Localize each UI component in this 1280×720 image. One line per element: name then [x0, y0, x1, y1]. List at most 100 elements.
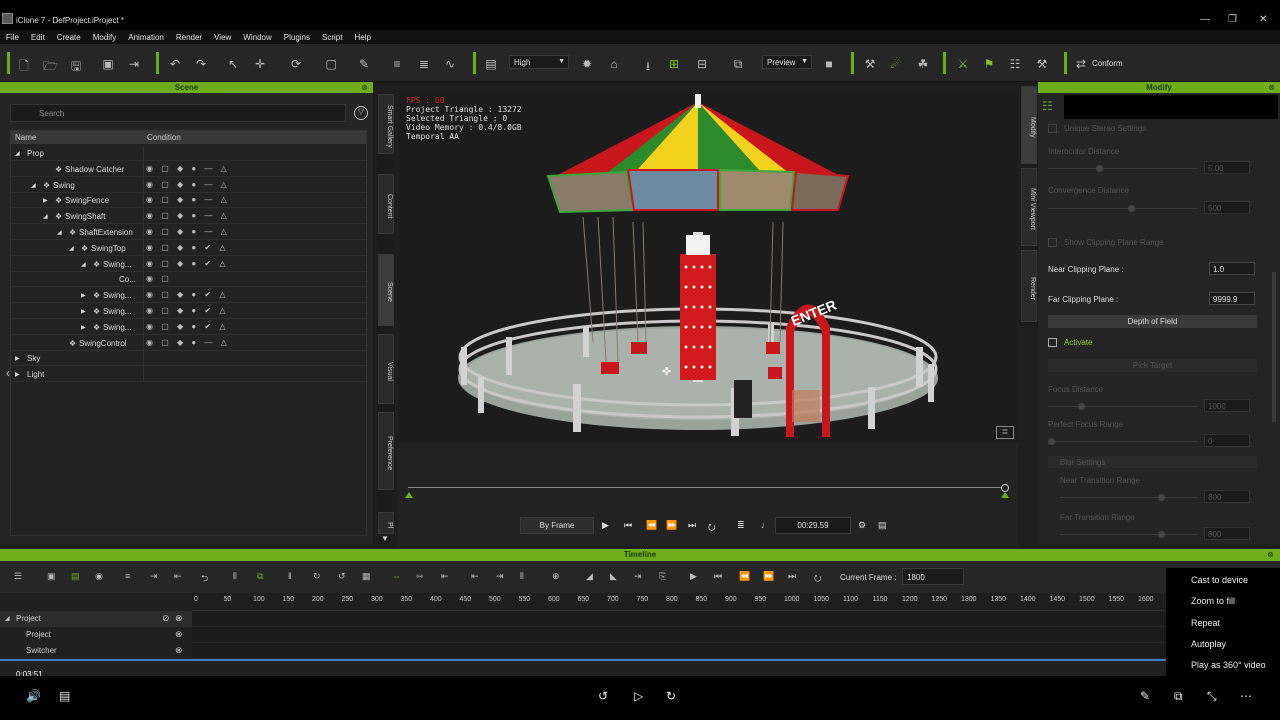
blend-icon[interactable]: ↺ — [338, 571, 346, 582]
conform-icon[interactable]: ⇄ — [1074, 57, 1088, 71]
layer-icon[interactable]: ⧉ — [257, 571, 263, 582]
by-frame-dropdown[interactable]: By Frame — [520, 517, 594, 534]
video-camera-icon[interactable]: ■ — [822, 57, 836, 71]
menu-repeat[interactable]: Repeat — [1191, 618, 1220, 628]
close-panel-icon[interactable]: ⊗ — [1268, 83, 1275, 92]
select-icon[interactable]: ↖ — [226, 57, 240, 71]
track-close-icon[interactable]: ⊗ — [175, 613, 183, 624]
previous-frame-icon[interactable]: ⏪ — [646, 520, 657, 531]
merge-icon[interactable]: ▣ — [101, 57, 115, 71]
tree-row[interactable]: ▶ ❖ Swing... ◉ ▢ ◆ ● ✔ △ — [11, 318, 366, 335]
rotate-icon[interactable]: ⟳ — [289, 57, 303, 71]
expand-arrow-icon[interactable]: ▶ — [81, 308, 86, 315]
slider-knob[interactable] — [1096, 165, 1103, 172]
menu-animation[interactable]: Animation — [122, 30, 170, 44]
flatten-icon[interactable]: ⮌ — [201, 571, 208, 587]
focus-distance-slider[interactable] — [1048, 403, 1198, 410]
activate-checkbox[interactable] — [1048, 338, 1057, 347]
ripple-icon[interactable]: ⫴ — [520, 571, 524, 582]
perfect-focus-value[interactable]: 0 — [1204, 434, 1250, 447]
tl-end-icon[interactable]: ⏭ — [788, 571, 796, 582]
align-right-icon[interactable]: ⇥ — [496, 571, 504, 582]
open-folder-icon[interactable]: 🗁 — [43, 57, 58, 78]
physics-icon[interactable]: ⚔ — [956, 57, 970, 71]
expand-arrow-icon[interactable]: ◢ — [69, 245, 74, 252]
menu-window[interactable]: Window — [237, 30, 277, 44]
menu-zoom-to-fill[interactable]: Zoom to fill — [1191, 596, 1235, 606]
scale-icon[interactable]: ▢ — [324, 57, 338, 71]
current-frame-input[interactable]: 1800 — [902, 568, 964, 585]
sort-icon[interactable]: ≡ — [125, 571, 130, 581]
bone-icon[interactable]: ⚒ — [863, 57, 877, 71]
tree-row[interactable]: ▶ ❖ Swing... ◉ ▢ ◆ ● ✔ △ — [11, 303, 366, 319]
project-track[interactable] — [192, 611, 1167, 627]
menu-modify[interactable]: Modify — [87, 30, 123, 44]
track-project-header[interactable]: ◢ Project ⊘ ⊗ — [0, 611, 192, 627]
tab-preference[interactable]: Preference — [378, 412, 394, 490]
pen-icon[interactable]: ✎ — [357, 57, 371, 71]
grid-icon[interactable]: ⊟ — [695, 57, 709, 71]
expand-arrow-icon[interactable]: ▶ — [81, 292, 86, 299]
go-to-start-icon[interactable]: ⏮ — [624, 520, 632, 531]
tree-row[interactable]: ❖ SwingControl ◉ ▢ ◆ ● — △ — [11, 334, 366, 351]
volume-icon[interactable]: 🔊 — [26, 689, 41, 703]
tools-icon[interactable]: ⚒ — [1035, 57, 1049, 71]
expand-arrow-icon[interactable]: ◢ — [5, 615, 10, 622]
display-mode-icon[interactable]: ▤ — [484, 57, 498, 71]
forward-30-icon[interactable]: ↻ — [666, 689, 676, 703]
expand-arrow-icon[interactable]: ◢ — [57, 229, 62, 236]
3d-viewport[interactable]: ENTER ✜ ≣ — [398, 92, 1018, 442]
interocular-slider[interactable] — [1048, 165, 1198, 172]
tab-content[interactable]: Content — [378, 174, 394, 234]
tl-loop-icon[interactable]: ⭮ — [814, 571, 822, 587]
track-options-icon[interactable]: ⊘ — [162, 613, 170, 624]
tab-smart-gallery[interactable]: Smart Gallery — [378, 94, 394, 154]
video-play-icon[interactable]: ▷ — [634, 689, 643, 703]
track-list-icon[interactable]: ☰ — [14, 571, 22, 582]
tab-mini-viewport[interactable]: Mini Viewport — [1021, 168, 1037, 246]
tree-row[interactable]: ◢ ❖ ShaftExtension ◉ ▢ ◆ ● — △ — [11, 224, 366, 240]
camera-fit-icon[interactable]: ⭳ — [641, 57, 655, 78]
expand-arrow-icon[interactable]: ▶ — [43, 197, 48, 204]
move-icon[interactable]: ✛ — [253, 57, 267, 71]
video-progress-bar[interactable] — [0, 659, 1166, 661]
export-icon[interactable]: ⇥ — [127, 57, 141, 71]
slider-knob[interactable] — [1158, 531, 1165, 538]
add-view-icon[interactable]: ⊞ — [667, 57, 681, 71]
tree-row[interactable]: ◢ ❖ Swing... ◉ ▢ ◆ ● ✔ △ — [11, 255, 366, 272]
new-file-icon[interactable]: 🗋 — [17, 57, 31, 78]
marker-icon[interactable]: ‖ — [288, 571, 292, 581]
menu-script[interactable]: Script — [316, 30, 348, 44]
condition-icons[interactable]: ◉ ▢ ◆ ● — △ — [146, 227, 230, 236]
preview-dropdown[interactable]: Preview ▼ — [762, 55, 812, 69]
fullscreen-icon[interactable]: ⤡ — [1207, 689, 1217, 704]
near-transition-value[interactable]: 800 — [1204, 490, 1250, 503]
interocular-value[interactable]: 5.00 — [1204, 161, 1250, 174]
menu-file[interactable]: File — [0, 30, 25, 44]
sun-icon[interactable]: ✹ — [580, 57, 594, 71]
tab-visual[interactable]: Visual — [378, 334, 394, 404]
quality-dropdown[interactable]: High ▼ — [509, 55, 569, 69]
far-transition-value[interactable]: 800 — [1204, 527, 1250, 540]
expand-arrow-icon[interactable]: ◢ — [15, 150, 20, 157]
home-icon[interactable]: ⌂ — [607, 57, 621, 71]
maximize-button[interactable]: ❐ — [1228, 14, 1237, 25]
menu-help[interactable]: Help — [348, 30, 376, 44]
flag-icon[interactable]: ⚑ — [982, 57, 996, 71]
near-clipping-input[interactable]: 1.0 — [1209, 262, 1255, 275]
motion-icon[interactable]: ☄ — [889, 57, 903, 71]
zoom-icon[interactable]: ⊕ — [552, 571, 560, 582]
range-start-marker[interactable] — [405, 492, 413, 498]
show-clipping-checkbox[interactable] — [1048, 238, 1057, 247]
more-options-icon[interactable]: ⋯ — [1240, 689, 1252, 703]
condition-icons[interactable]: ◉ ▢ ◆ ● ✔ △ — [146, 322, 229, 331]
near-transition-slider[interactable] — [1060, 494, 1198, 501]
tree-row[interactable]: ◢ ❖ SwingTop ◉ ▢ ◆ ● ✔ △ — [11, 239, 366, 256]
condition-icons[interactable]: ◉ ▢ ◆ ● ✔ △ — [146, 290, 229, 299]
track-close-icon[interactable]: ⊗ — [175, 645, 183, 656]
menu-autoplay[interactable]: Autoplay — [1191, 639, 1226, 649]
settings-gear-icon[interactable]: ⚙ — [858, 520, 866, 531]
tab-plugins[interactable]: Pl — [378, 512, 394, 534]
perfect-focus-slider[interactable] — [1048, 438, 1198, 445]
edit-icon[interactable]: ✎ — [1140, 689, 1150, 703]
